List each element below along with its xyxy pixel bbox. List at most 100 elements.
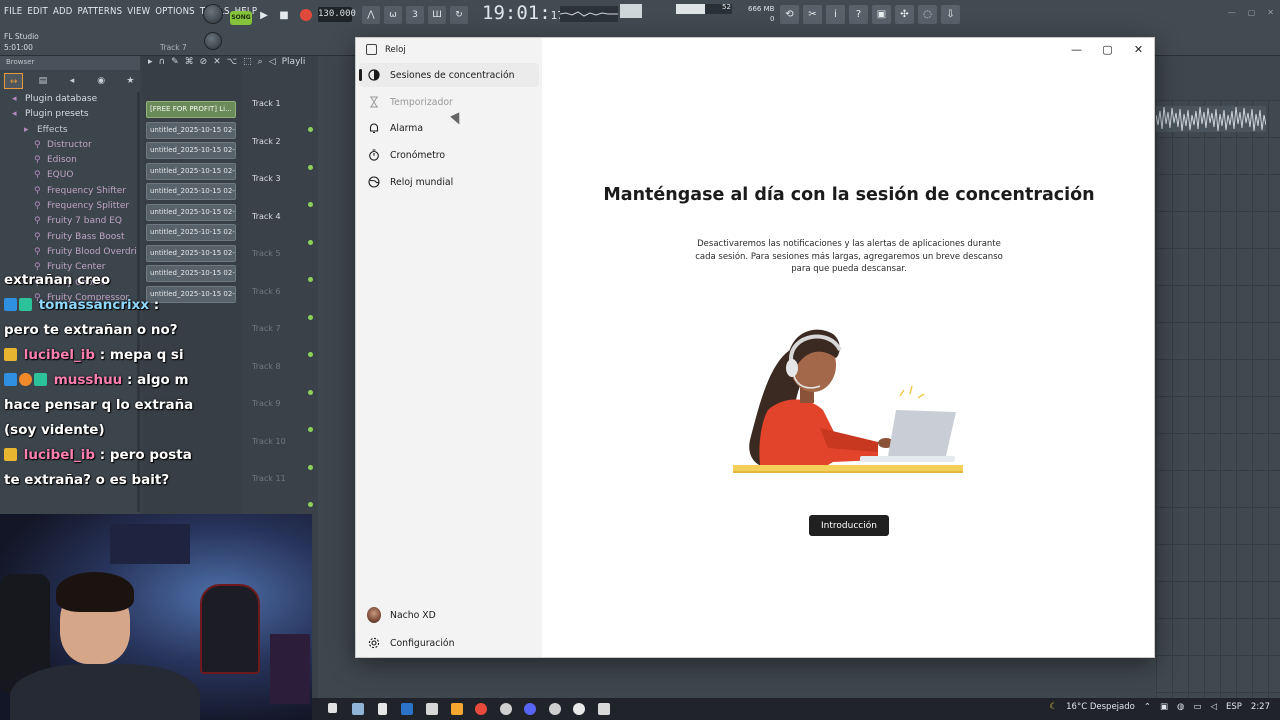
save-icon[interactable]: ▣ (872, 5, 891, 24)
pattern-item[interactable]: untitled_2025-10-15 02-... (146, 183, 236, 200)
taskbar-steam-icon[interactable] (401, 703, 413, 715)
browser-tree-item[interactable]: ⚲ EQUO (0, 168, 140, 183)
cut-icon[interactable]: ✂ (803, 5, 822, 24)
language-indicator[interactable]: ESP (1226, 702, 1242, 712)
pattern-item[interactable]: [FREE FOR PROFIT] Li... (146, 101, 236, 118)
browser-tree-item[interactable]: ⚲ Distructor (0, 138, 140, 153)
speaker-icon[interactable]: ◁ (269, 57, 276, 67)
track-mute-led[interactable] (308, 164, 313, 170)
track-mute-led[interactable] (308, 202, 313, 207)
taskbar-obs-icon[interactable] (549, 703, 561, 715)
nav-timer[interactable]: Temporizador (359, 90, 539, 114)
magnet-icon[interactable]: ∩ (159, 57, 166, 67)
audio-clip-waveform[interactable] (1155, 106, 1267, 132)
menu-patterns[interactable]: PATTERNS (78, 6, 123, 17)
mute-icon[interactable]: ✕ (213, 57, 221, 67)
fl-close-icon[interactable]: ✕ (1267, 8, 1274, 17)
browser-arrows-icon[interactable]: ↔ (4, 73, 24, 89)
tray-network-icon[interactable]: ◍ (1177, 702, 1184, 712)
delete-icon[interactable]: ⊘ (200, 57, 208, 67)
pattern-item[interactable]: untitled_2025-10-15 02-... (146, 203, 236, 221)
browser-tree-item[interactable]: ⚲ Fruity 7 band EQ (0, 214, 140, 229)
track-label[interactable]: Track 11 (252, 474, 286, 483)
menu-file[interactable]: FILE (4, 6, 22, 17)
track-mute-led[interactable] (308, 314, 313, 320)
taskbar-time[interactable]: 2:27 (1251, 702, 1270, 712)
track-label[interactable]: Track 3 (252, 174, 281, 183)
taskbar-fl-icon[interactable] (451, 703, 463, 715)
undo-icon[interactable]: ⟲ (780, 5, 799, 24)
metronome-icon[interactable]: ⋀ (362, 6, 380, 24)
browser-tree-item[interactable]: ⚲ Fruity Blood Overdrive (0, 245, 140, 260)
track-mute-led[interactable] (308, 464, 313, 470)
minimize-icon[interactable]: — (1061, 38, 1092, 60)
zoom-icon[interactable]: ⌕ (258, 57, 263, 67)
nav-focus-sessions[interactable]: Sesiones de concentración (359, 63, 539, 87)
tray-app-icon[interactable]: ▣ (1160, 702, 1168, 712)
menu-view[interactable]: VIEW (127, 6, 150, 17)
nav-stopwatch[interactable]: Cronómetro (359, 143, 539, 167)
pitch-knob[interactable] (204, 32, 222, 50)
taskbar-clock-icon[interactable] (598, 703, 610, 715)
browser-tree-item[interactable]: ⚲ Frequency Shifter (0, 184, 140, 199)
weather-text[interactable]: 16°C Despejado (1066, 702, 1135, 712)
account-button[interactable]: Nacho XD (359, 603, 539, 627)
wait-icon[interactable]: ω (384, 6, 402, 24)
select-icon[interactable]: ⬚ (243, 57, 252, 67)
browser-tree-item[interactable]: ▸ Effects (0, 123, 140, 138)
track-mute-led[interactable] (308, 389, 313, 395)
taskbar-tool-icon[interactable] (328, 703, 337, 713)
maximize-icon[interactable]: ▢ (1092, 38, 1123, 60)
browser-db-icon[interactable]: ◉ (92, 73, 111, 89)
tray-volume-icon[interactable]: ◁ (1210, 702, 1217, 712)
menu-edit[interactable]: EDIT (27, 6, 48, 17)
track-label[interactable]: Track 9 (252, 399, 281, 408)
pattern-item[interactable]: untitled_2025-10-15 02-... (146, 162, 236, 180)
track-mute-led[interactable] (308, 502, 313, 507)
track-mute-led[interactable] (308, 427, 313, 432)
countdown-icon[interactable]: 3 (406, 6, 424, 24)
browser-file-icon[interactable]: ▤ (33, 73, 52, 89)
menu-add[interactable]: ADD (53, 6, 73, 17)
master-knob[interactable] (203, 4, 223, 24)
track-label[interactable]: Track 10 (252, 437, 286, 446)
menu-options[interactable]: OPTIONS (155, 6, 195, 17)
help-icon[interactable]: ? (849, 5, 868, 24)
plugin-icon[interactable]: ✣ (895, 5, 914, 24)
browser-tree-item[interactable]: ⚲ Fruity Bass Boost (0, 230, 140, 245)
step-edit-icon[interactable]: Ш (428, 6, 446, 24)
taskbar-media-icon[interactable] (426, 703, 438, 715)
track-label[interactable]: Track 6 (252, 287, 281, 296)
pattern-item[interactable]: untitled_2025-10-15 02-... (146, 224, 236, 241)
track-mute-led[interactable] (308, 127, 313, 132)
track-label[interactable]: Track 4 (252, 212, 281, 221)
pattern-item[interactable]: untitled_2025-10-15 02-... (146, 244, 236, 262)
stop-button[interactable]: ■ (275, 6, 293, 24)
track-label[interactable]: Track 8 (252, 362, 281, 371)
taskbar-file-icon[interactable] (378, 703, 387, 715)
info-icon[interactable]: i (826, 5, 845, 24)
nav-world-clock[interactable]: Reloj mundial (359, 170, 539, 194)
track-label[interactable]: Track 5 (252, 249, 281, 258)
song-mode-badge[interactable]: SONG (230, 11, 252, 25)
taskbar-settings-icon[interactable] (500, 703, 512, 715)
brush-icon[interactable]: ⌘ (185, 57, 194, 67)
browser-tree-item[interactable]: ⚲ Edison (0, 153, 140, 168)
settings-button[interactable]: Configuración (359, 631, 539, 655)
slice-icon[interactable]: ⌥ (227, 57, 237, 67)
track-mute-led[interactable] (308, 277, 313, 282)
taskbar-explorer-icon[interactable] (352, 703, 364, 715)
introduction-button[interactable]: Introducción (809, 515, 889, 536)
tray-battery-icon[interactable]: ▭ (1193, 702, 1201, 712)
nav-alarm[interactable]: Alarma (359, 116, 539, 140)
browser-tree-item[interactable]: ◂ Plugin database (0, 92, 140, 107)
browser-tree-item[interactable]: ◂ Plugin presets (0, 107, 140, 122)
browser-tree-item[interactable]: ⚲ Frequency Splitter (0, 199, 140, 214)
arrow-right-icon[interactable]: ▸ (148, 57, 153, 67)
pattern-item[interactable]: untitled_2025-10-15 02-... (146, 121, 236, 139)
close-icon[interactable]: ✕ (1123, 38, 1154, 60)
track-mute-led[interactable] (308, 352, 313, 357)
download-icon[interactable]: ⇩ (941, 5, 960, 24)
fl-maximize-icon[interactable]: ▢ (1248, 8, 1256, 17)
chat-icon[interactable]: ◌ (918, 5, 937, 24)
